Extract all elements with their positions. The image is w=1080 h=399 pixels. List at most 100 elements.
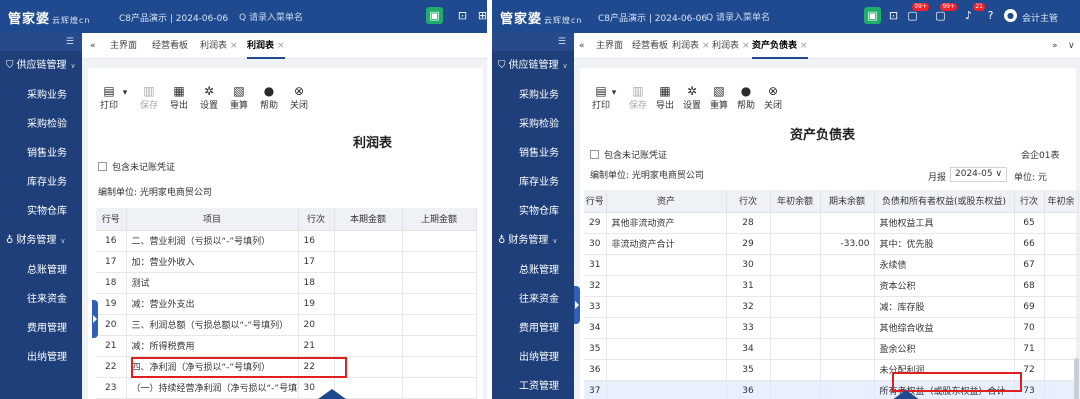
tab-profit-1[interactable]: 利润表 ×	[200, 33, 238, 59]
toolbar-button-2[interactable]: ▦ 导出	[166, 84, 192, 111]
tab-close-icon[interactable]: ×	[742, 41, 750, 51]
sidebar-item-3[interactable]: 销售业务	[492, 139, 574, 168]
sidebar-item-2[interactable]: 采购检验	[492, 110, 574, 139]
tab-balance-sheet[interactable]: 资产负债表 ×	[752, 33, 808, 59]
table-row[interactable]: 33 32 减：库存股 69	[584, 296, 1079, 318]
tab-profit-2[interactable]: 利润表 ×	[712, 33, 750, 59]
menu-search-input[interactable]: Q 请录入菜单名	[706, 10, 770, 23]
include-unposted-checkbox[interactable]: 包含未记账凭证	[98, 160, 175, 173]
sidebar-item-1[interactable]: 采购业务	[0, 81, 82, 110]
sidebar-collapse-icon[interactable]: ☰	[0, 33, 82, 51]
avatar[interactable]: ●	[1004, 9, 1017, 22]
window-icon[interactable]: ⊡	[454, 7, 471, 24]
tab-home[interactable]: 主界面	[596, 33, 623, 59]
sidebar-item-7[interactable]: 总账管理	[0, 256, 82, 285]
user-menu[interactable]: 会计主管	[1022, 11, 1058, 24]
table-row[interactable]: 23 （一）持续经营净利润（净亏损以“-”号填列） 30	[96, 377, 477, 399]
company-date-selector[interactable]: C8产品演示 | 2024-06-06	[119, 11, 228, 24]
dashboard-icon[interactable]: ▣	[426, 7, 443, 24]
sidebar-collapse-icon[interactable]: ☰	[492, 33, 574, 51]
toolbar-button-3[interactable]: ✲ 设置	[196, 84, 222, 111]
tabs-collapse-icon[interactable]: «	[90, 33, 96, 59]
table-cell: 二、营业利润（亏损以“-”号填列）	[126, 230, 299, 252]
toolbar-button-3[interactable]: ✲ 设置	[679, 84, 705, 111]
toolbar-button-4[interactable]: ▧ 重算	[706, 84, 732, 111]
bell-icon[interactable]: ♪ 21	[960, 3, 985, 24]
sidebar-item-7[interactable]: 总账管理	[492, 256, 574, 285]
tab-close-icon[interactable]: ×	[277, 41, 285, 51]
toolbar-button-0[interactable]: ▤ 打印	[96, 84, 122, 111]
toolbar-button-5[interactable]: ● 帮助	[256, 84, 282, 111]
tabs-scroll-right-icon[interactable]: »	[1052, 33, 1058, 59]
tab-dashboard[interactable]: 经营看板	[152, 33, 188, 59]
sidebar-item-2[interactable]: 采购检验	[0, 110, 82, 139]
table-row[interactable]: 31 30 永续债 67	[584, 254, 1079, 276]
tab-profit-1[interactable]: 利润表 ×	[672, 33, 710, 59]
tabs-collapse-icon[interactable]: «	[579, 33, 585, 59]
tab-dashboard[interactable]: 经营看板	[632, 33, 668, 59]
sidebar-item-9[interactable]: 费用管理	[0, 314, 82, 343]
column-header: 行号	[96, 208, 127, 231]
grid-icon[interactable]: ⊞	[474, 7, 487, 24]
checkbox-box[interactable]	[590, 150, 599, 159]
sidebar-item-1[interactable]: 采购业务	[492, 81, 574, 110]
toolbar-button-4[interactable]: ▧ 重算	[226, 84, 252, 111]
checkbox-box[interactable]	[98, 162, 107, 171]
sidebar-item-10[interactable]: 出纳管理	[0, 343, 82, 372]
table-row[interactable]: 30 非流动资产合计 29 -33.00 其中：优先股 66	[584, 233, 1079, 255]
toolbar-button-6[interactable]: ⊗ 关闭	[286, 84, 312, 111]
print-dropdown-icon[interactable]: ▾	[609, 88, 619, 98]
table-row[interactable]: 21 减：所得税费用 21	[96, 335, 477, 357]
table-row[interactable]: 29 其他非流动资产 28 其他权益工具 65	[584, 212, 1079, 234]
sidebar-item-8[interactable]: 往来资金	[492, 285, 574, 314]
tabs-dropdown-icon[interactable]: ∨	[1068, 33, 1075, 59]
sidebar-item-5[interactable]: 实物仓库	[492, 197, 574, 226]
sidebar-item-5[interactable]: 实物仓库	[0, 197, 82, 226]
sidebar-item-3[interactable]: 销售业务	[0, 139, 82, 168]
window-icon[interactable]: ⊡	[885, 7, 902, 24]
table-row[interactable]: 35 34 盈余公积 71	[584, 338, 1079, 360]
table-row[interactable]: 18 测试 18	[96, 272, 477, 294]
table-row[interactable]: 19 减：营业外支出 19	[96, 293, 477, 315]
include-unposted-checkbox[interactable]: 包含未记账凭证	[590, 148, 667, 161]
toolbar-label: 关闭	[289, 101, 308, 111]
print-dropdown-icon[interactable]: ▾	[120, 88, 130, 98]
tab-close-icon[interactable]: ×	[230, 41, 238, 51]
dashboard-icon[interactable]: ▣	[864, 7, 881, 24]
sidebar-item-9[interactable]: 费用管理	[492, 314, 574, 343]
period-select[interactable]: 2024-05 ∨	[950, 167, 1008, 182]
table-row[interactable]: 17 加：营业外收入 17	[96, 251, 477, 273]
sidebar-item-11[interactable]: 工资管理	[492, 372, 574, 399]
tab-profit-2[interactable]: 利润表 ×	[247, 33, 285, 59]
toolbar-button-2[interactable]: ▦ 导出	[652, 84, 678, 111]
tab-bar: « 主界面 经营看板 利润表 × 利润表 ×	[82, 33, 487, 59]
notice-icon[interactable]: ▢ 99+	[932, 3, 957, 24]
sidebar-group-0[interactable]: ⛉ 供应链管理 ∨	[492, 51, 574, 81]
help-icon[interactable]: ?	[982, 7, 999, 24]
table-row[interactable]: 34 33 其他综合收益 70	[584, 317, 1079, 339]
sidebar-splitter-handle[interactable]	[92, 300, 98, 338]
company-date-selector[interactable]: C8产品演示 | 2024-06-06	[598, 11, 707, 24]
sidebar-group-6[interactable]: ♁ 财务管理 ∨	[0, 226, 82, 256]
sidebar-group-6[interactable]: ♁ 财务管理 ∨	[492, 226, 574, 256]
sidebar-item-10[interactable]: 出纳管理	[492, 343, 574, 372]
table-row[interactable]: 16 二、营业利润（亏损以“-”号填列） 16	[96, 230, 477, 252]
menu-search-input[interactable]: Q 请录入菜单名	[239, 10, 303, 23]
sidebar-item-8[interactable]: 往来资金	[0, 285, 82, 314]
tab-close-icon[interactable]: ×	[800, 41, 808, 51]
tab-home[interactable]: 主界面	[110, 33, 137, 59]
sidebar-item-4[interactable]: 库存业务	[0, 168, 82, 197]
sidebar-group-0[interactable]: ⛉ 供应链管理 ∨	[0, 51, 82, 81]
table-row[interactable]: 32 31 资本公积 68	[584, 275, 1079, 297]
table-cell: 盈余公积	[874, 338, 1015, 360]
toolbar-button-5[interactable]: ● 帮助	[733, 84, 759, 111]
tab-close-icon[interactable]: ×	[702, 41, 710, 51]
sidebar-item-4[interactable]: 库存业务	[492, 168, 574, 197]
sidebar-splitter-handle[interactable]	[574, 286, 580, 324]
table-row[interactable]: 20 三、利润总额（亏损总额以“-”号填列） 20	[96, 314, 477, 336]
message-icon[interactable]: ▢ 99+	[904, 3, 929, 24]
toolbar-button-6[interactable]: ⊗ 关闭	[760, 84, 786, 111]
vertical-scrollbar[interactable]	[1074, 358, 1079, 399]
group-icon: ⛉	[6, 60, 14, 71]
table-cell: 69	[1014, 296, 1045, 318]
